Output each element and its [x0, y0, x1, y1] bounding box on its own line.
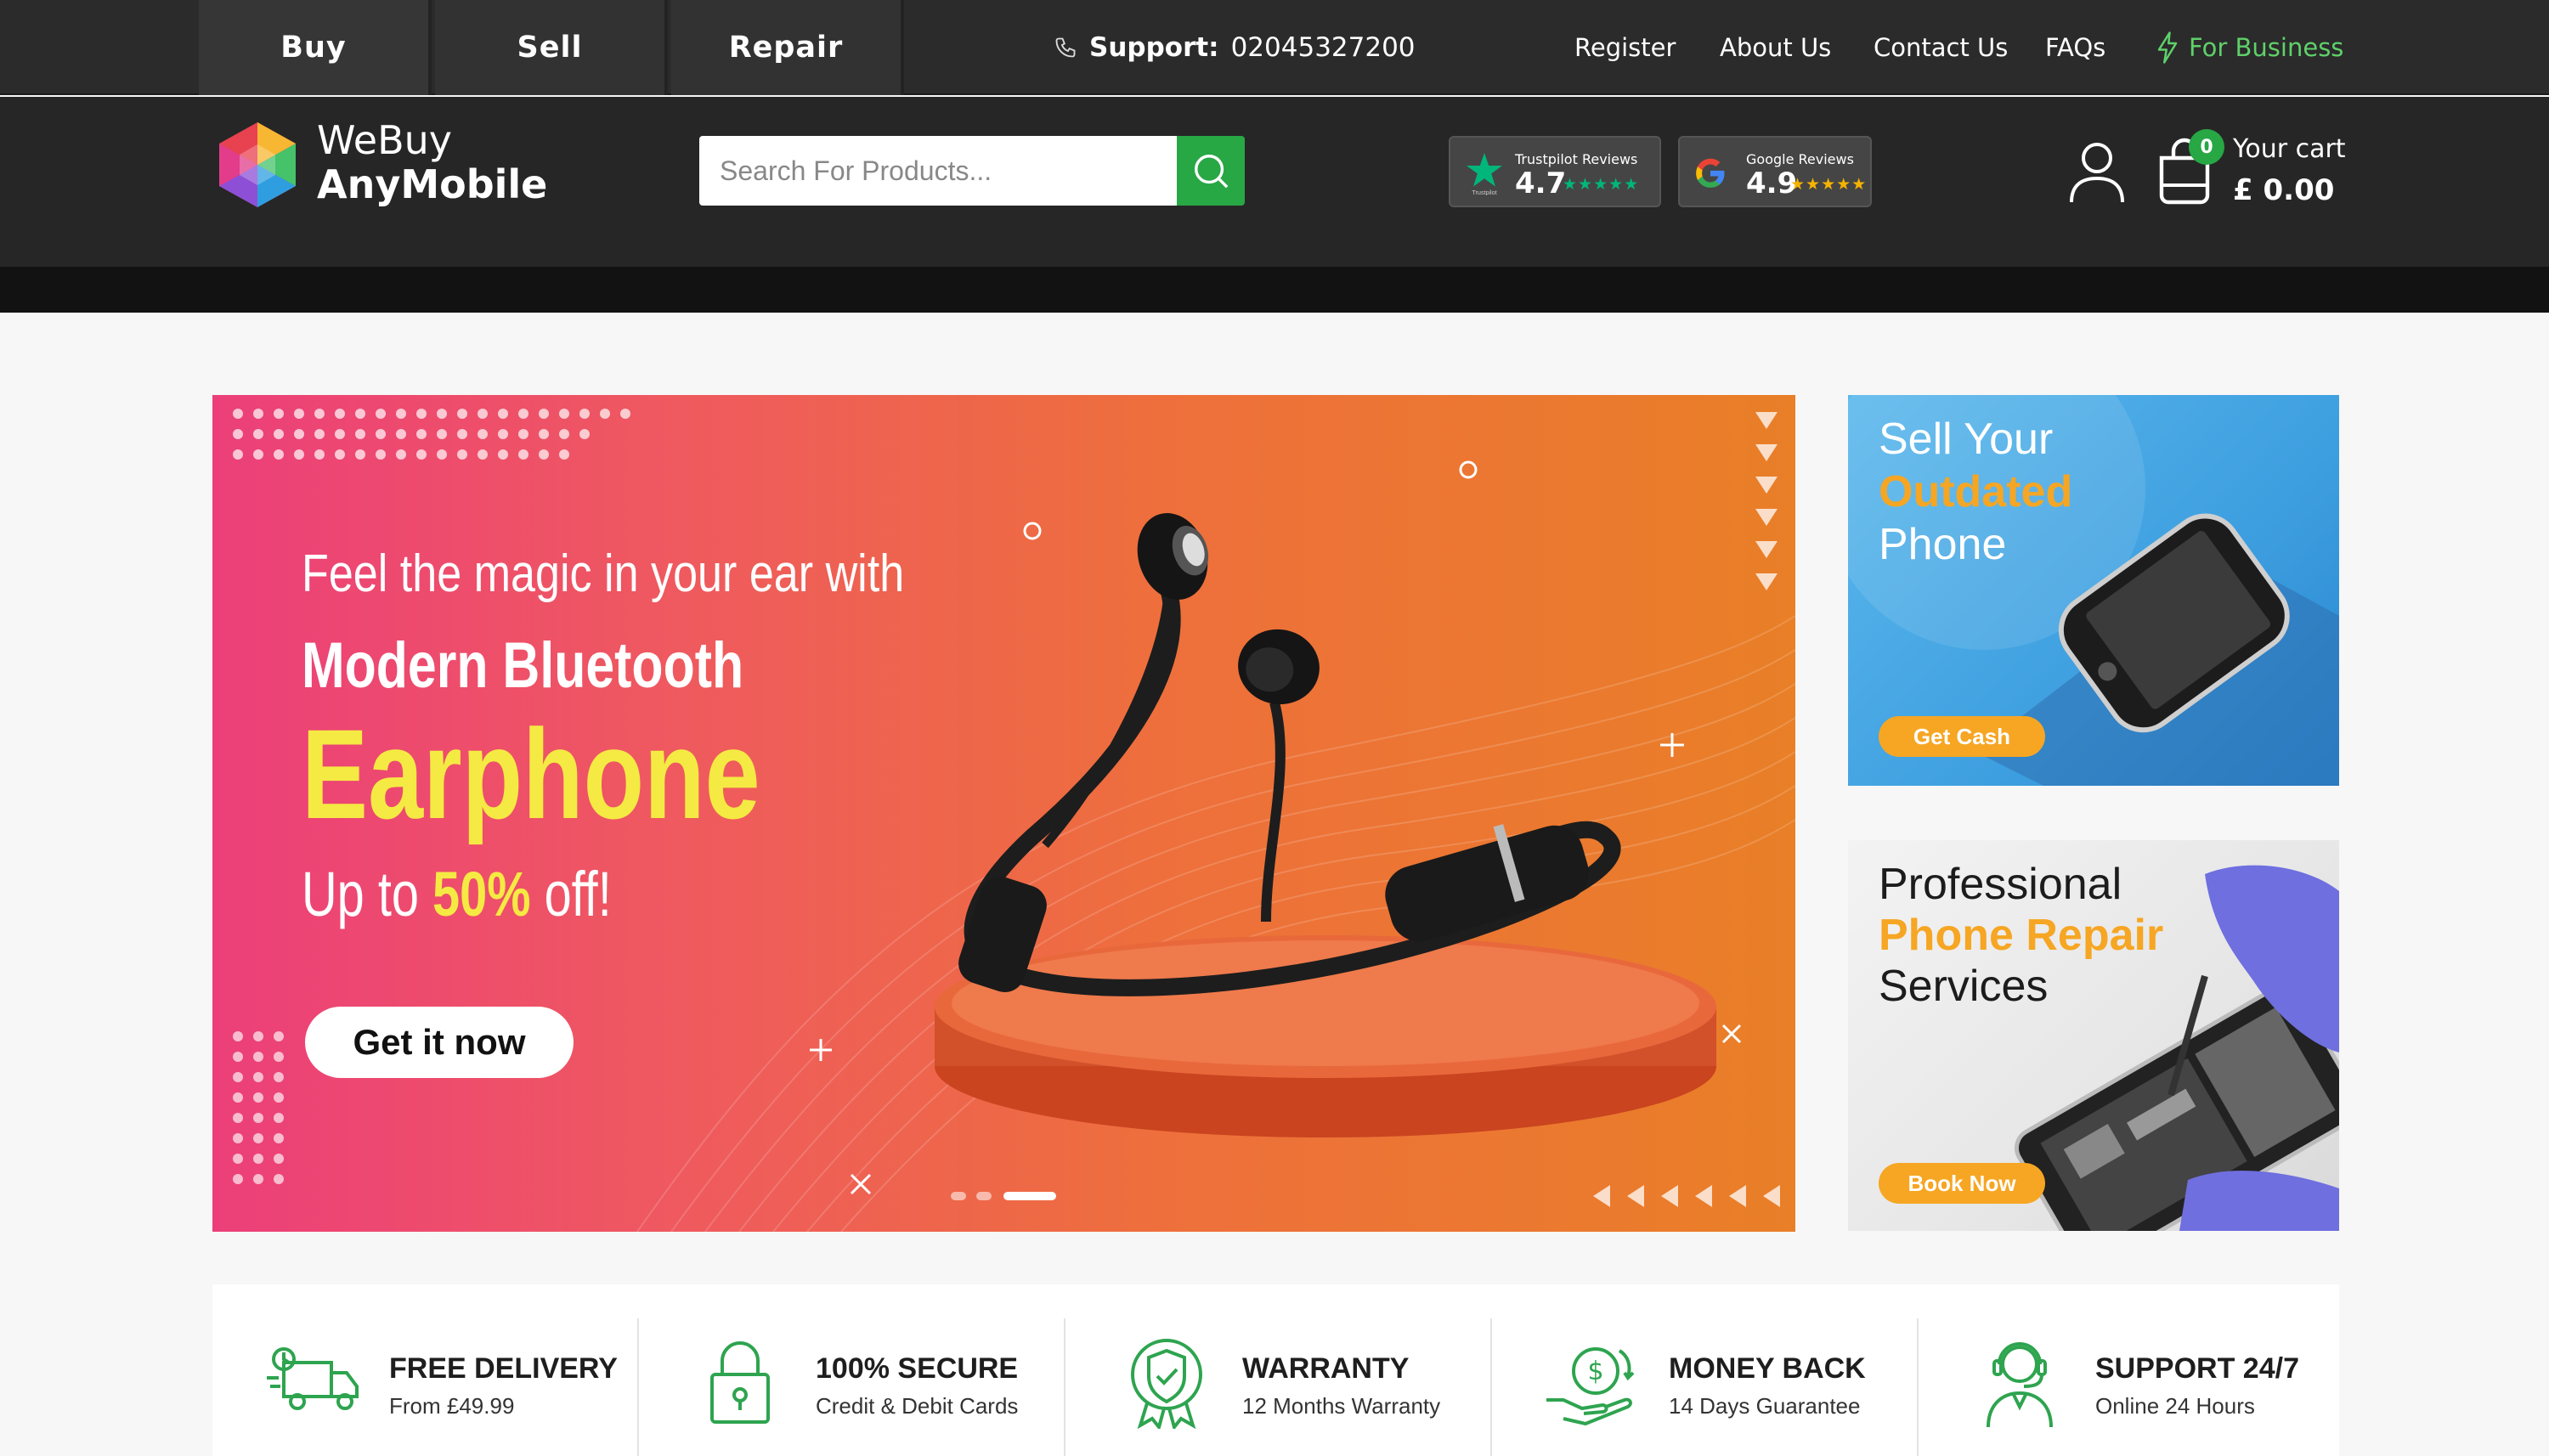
feature-support: SUPPORT 24/7 Online 24 Hours [1919, 1284, 2339, 1456]
book-now-button[interactable]: Book Now [1879, 1163, 2045, 1204]
nav-contact-us[interactable]: Contact Us [1874, 0, 2008, 95]
trustpilot-reviews-badge[interactable]: Trustpilot Trustpilot Reviews 4.7 ★★★★★ [1449, 136, 1661, 207]
feature-subtitle: 14 Days Guarantee [1669, 1393, 1861, 1419]
repair-promo-line2: Phone Repair [1879, 911, 2164, 960]
feature-title: FREE DELIVERY [389, 1352, 618, 1385]
feature-secure: 100% SECURE Credit & Debit Cards [639, 1284, 1064, 1456]
search-icon [1195, 155, 1229, 189]
tab-repair[interactable]: Repair [671, 0, 904, 95]
hero-title: Modern Bluetooth [302, 629, 744, 702]
lightning-icon [2157, 31, 2178, 64]
cart-total[interactable]: £ 0.00 [2233, 173, 2334, 207]
get-it-now-button[interactable]: Get it now [305, 1007, 574, 1078]
trustpilot-stars: ★★★★★ [1563, 175, 1640, 194]
money-back-icon: $ [1546, 1347, 1635, 1426]
carousel-dot-2[interactable] [976, 1192, 992, 1200]
header-strip [0, 267, 2549, 313]
hero-tagline: Feel the magic in your ear with [302, 545, 905, 603]
tab-sell[interactable]: Sell [435, 0, 668, 95]
google-reviews-label: Google Reviews [1746, 151, 1854, 167]
repair-promo-line1: Professional [1879, 860, 2122, 909]
tab-buy[interactable]: Buy [199, 0, 432, 95]
nav-register[interactable]: Register [1574, 0, 1676, 95]
google-reviews-stars: ★★★★★ [1790, 175, 1868, 194]
features-bar: FREE DELIVERY From £49.99 100% SECURE Cr… [212, 1284, 2339, 1456]
earphone-product-image [935, 513, 1716, 1137]
feature-subtitle: 12 Months Warranty [1242, 1393, 1441, 1419]
hero-banner[interactable]: Feel the magic in your ear with Modern B… [212, 395, 1795, 1232]
nav-faqs[interactable]: FAQs [2045, 0, 2105, 95]
get-cash-button[interactable]: Get Cash [1879, 716, 2045, 757]
svg-text:$: $ [1587, 1357, 1603, 1386]
logo-icon[interactable] [211, 119, 304, 211]
cart-label[interactable]: Your cart [2233, 134, 2346, 164]
search-input[interactable] [699, 136, 1177, 206]
user-account-icon[interactable] [2066, 139, 2128, 204]
feature-money-back: $ MONEY BACK 14 Days Guarantee [1492, 1284, 1917, 1456]
logo-text-webuy[interactable]: WeBuy [317, 117, 452, 163]
trustpilot-star-icon: Trustpilot [1467, 153, 1502, 195]
top-bar: Buy Sell Repair Support: 02045327200 Reg… [0, 0, 2549, 95]
nav-about-us[interactable]: About Us [1720, 0, 1831, 95]
feature-subtitle: Credit & Debit Cards [816, 1393, 1019, 1419]
cart-count-badge: 0 [2189, 129, 2224, 165]
trustpilot-score: 4.7 [1515, 166, 1567, 200]
carousel-dot-1[interactable] [951, 1192, 966, 1200]
padlock-icon [710, 1341, 770, 1424]
feature-title: WARRANTY [1242, 1352, 1410, 1385]
hero-product-name: Earphone [302, 703, 760, 845]
feature-subtitle: From £49.99 [389, 1393, 515, 1419]
search-button[interactable] [1177, 136, 1245, 206]
support-number[interactable]: 02045327200 [1231, 32, 1416, 63]
phone-icon [1055, 37, 1076, 58]
feature-title: SUPPORT 24/7 [2095, 1352, 2299, 1385]
sell-promo-line3: Phone [1879, 520, 2007, 569]
support-agent-icon [1987, 1342, 2053, 1428]
support-label: Support: [1089, 32, 1219, 63]
feature-title: MONEY BACK [1669, 1352, 1866, 1385]
google-reviews-badge[interactable]: Google Reviews 4.9 ★★★★★ [1678, 136, 1872, 207]
sell-phone-promo[interactable]: Sell Your Outdated Phone Get Cash [1848, 395, 2339, 786]
support-phone[interactable]: Support: 02045327200 [1054, 0, 1416, 95]
carousel-dot-3-active[interactable] [1003, 1192, 1056, 1200]
feature-title: 100% SECURE [816, 1352, 1019, 1385]
nav-for-business[interactable]: For Business [2155, 0, 2343, 95]
sell-promo-line1: Sell Your [1879, 415, 2054, 464]
feature-subtitle: Online 24 Hours [2095, 1393, 2255, 1419]
trustpilot-label: Trustpilot Reviews [1515, 151, 1638, 167]
warranty-badge-icon [1131, 1339, 1202, 1429]
delivery-truck-icon [267, 1347, 359, 1410]
feature-free-delivery: FREE DELIVERY From £49.99 [212, 1284, 637, 1456]
hero-offer-suffix: off! [530, 859, 612, 929]
feature-warranty: WARRANTY 12 Months Warranty [1065, 1284, 1490, 1456]
for-business-label: For Business [2189, 33, 2344, 62]
logo-text-anymobile[interactable]: AnyMobile [317, 161, 547, 207]
svg-text:Trustpilot: Trustpilot [1472, 189, 1496, 195]
phone-repair-promo[interactable]: Professional Phone Repair Services Book … [1848, 840, 2339, 1231]
hero-offer-prefix: Up to [302, 859, 433, 929]
sell-promo-line2: Outdated [1879, 467, 2073, 516]
repair-promo-line3: Services [1879, 962, 2049, 1011]
hero-offer-percent: 50% [432, 859, 531, 929]
google-g-icon [1696, 158, 1725, 188]
hero-offer: Up to 50% off! [302, 858, 612, 930]
